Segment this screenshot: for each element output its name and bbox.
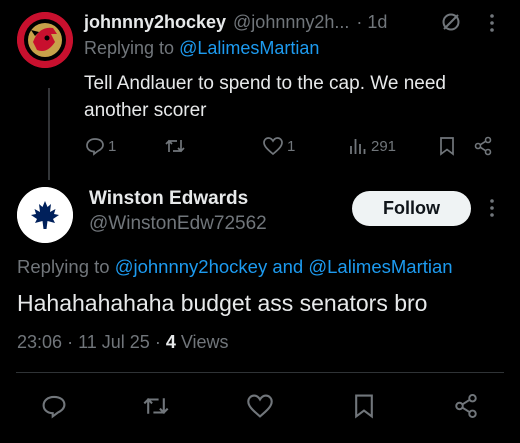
bookmark-icon[interactable] bbox=[438, 136, 456, 156]
reply-icon[interactable] bbox=[41, 393, 67, 419]
like-button[interactable]: 1 bbox=[262, 136, 295, 156]
views-label: Views bbox=[180, 332, 229, 352]
replying-to: Replying to @LalimesMartian bbox=[84, 38, 319, 59]
retweet-icon[interactable] bbox=[141, 393, 171, 419]
follow-button[interactable]: Follow bbox=[352, 191, 471, 226]
maple-leaf-icon bbox=[17, 187, 73, 243]
tweet-time[interactable]: 23:06 bbox=[17, 332, 62, 352]
like-count: 1 bbox=[287, 137, 296, 155]
thread-line bbox=[48, 88, 50, 180]
mention-link[interactable]: @LalimesMartian bbox=[308, 256, 452, 277]
share-icon[interactable] bbox=[473, 136, 493, 156]
reply-count: 1 bbox=[108, 137, 117, 155]
mention-link[interactable]: @johnnny2hockey bbox=[115, 256, 268, 277]
more-icon[interactable] bbox=[488, 198, 496, 218]
replying-to: Replying to @johnnny2hockey and @Lalimes… bbox=[17, 256, 453, 278]
display-name[interactable]: johnnny2hockey bbox=[84, 12, 226, 33]
mention-link: and bbox=[272, 256, 304, 277]
views-count: 4 bbox=[165, 332, 176, 352]
replying-prefix: Replying to bbox=[84, 38, 175, 58]
reply-button[interactable]: 1 bbox=[85, 136, 116, 156]
tweet-text-line: another scorer bbox=[84, 100, 207, 121]
retweet-icon bbox=[165, 139, 185, 153]
avatar[interactable] bbox=[17, 187, 73, 243]
like-icon bbox=[263, 137, 283, 156]
timestamp[interactable]: · 1d bbox=[356, 12, 387, 33]
senators-logo-icon bbox=[17, 12, 73, 68]
views-icon bbox=[350, 139, 366, 154]
tweet-text: Tell Andlauer to spend to the cap. We ne… bbox=[84, 70, 446, 124]
divider bbox=[16, 372, 504, 373]
handle[interactable]: @johnnny2h... bbox=[233, 12, 349, 33]
views-button[interactable]: 291 bbox=[348, 136, 396, 156]
tweet-date[interactable]: 11 Jul 25 bbox=[78, 332, 150, 352]
handle[interactable]: @WinstonEdw72562 bbox=[89, 213, 267, 235]
mention-link[interactable]: @LalimesMartian bbox=[179, 38, 319, 58]
tweet-meta: 23:06 · 11 Jul 25 · 4 Views bbox=[17, 332, 229, 353]
views-count: 291 bbox=[371, 137, 397, 155]
tweet-text: Hahahahahaha budget ass senators bro bbox=[17, 290, 428, 316]
avatar[interactable] bbox=[17, 12, 73, 68]
grok-icon[interactable] bbox=[441, 12, 461, 32]
retweet-button[interactable] bbox=[164, 136, 189, 156]
more-icon[interactable] bbox=[488, 13, 496, 33]
share-icon[interactable] bbox=[453, 393, 479, 419]
like-icon[interactable] bbox=[245, 393, 275, 419]
replying-prefix: Replying to bbox=[17, 256, 110, 277]
separator: · bbox=[67, 332, 74, 352]
reply-icon bbox=[86, 138, 104, 156]
separator: · bbox=[154, 332, 161, 352]
display-name[interactable]: Winston Edwards bbox=[89, 188, 248, 210]
tweet-text-line: Tell Andlauer to spend to the cap. We ne… bbox=[84, 73, 446, 94]
bookmark-icon[interactable] bbox=[352, 393, 376, 419]
